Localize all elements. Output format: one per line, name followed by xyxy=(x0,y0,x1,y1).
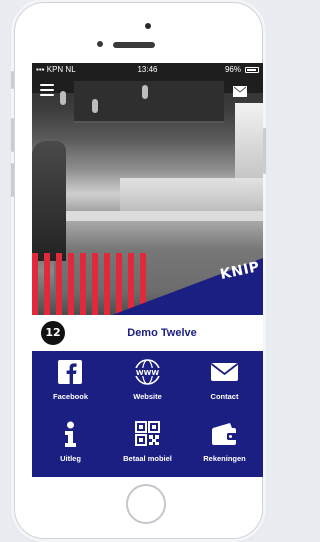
battery-icon xyxy=(245,67,259,73)
envelope-icon xyxy=(210,363,239,381)
earpiece-speaker xyxy=(113,42,155,48)
power-button xyxy=(263,128,266,174)
website-button[interactable]: WWW Website xyxy=(109,351,186,413)
mute-switch xyxy=(11,71,14,89)
wallet-icon xyxy=(212,423,237,445)
battery-percent: 96% xyxy=(224,65,241,74)
contact-label: Contact xyxy=(210,392,239,401)
facebook-label: Facebook xyxy=(52,392,88,401)
website-label: Website xyxy=(133,392,162,401)
uitleg-label: Uitleg xyxy=(60,454,81,463)
hamburger-menu-icon[interactable] xyxy=(40,84,54,96)
volume-up-button xyxy=(11,118,14,152)
company-bar: 12 Demo Twelve xyxy=(32,315,263,351)
contact-button[interactable]: Contact xyxy=(186,351,263,413)
hero-lamp xyxy=(60,91,66,105)
rekeningen-button[interactable]: Rekeningen xyxy=(186,413,263,475)
app-screen: ▪▪▪ KPN NL 13:46 96% KNIP 12 Demo Twelve xyxy=(32,63,263,477)
rekeningen-label: Rekeningen xyxy=(203,454,246,463)
envelope-icon[interactable] xyxy=(233,86,247,97)
hero-person xyxy=(32,141,66,261)
qr-code-icon xyxy=(135,421,160,446)
front-camera xyxy=(145,23,151,29)
hero-lamp xyxy=(142,85,148,99)
status-bar: ▪▪▪ KPN NL 13:46 96% xyxy=(32,63,263,77)
betaal-mobiel-label: Betaal mobiel xyxy=(123,454,172,463)
svg-text:WWW: WWW xyxy=(136,369,159,377)
proximity-sensor xyxy=(97,41,103,47)
facebook-icon xyxy=(58,360,82,384)
info-icon xyxy=(65,421,76,447)
uitleg-button[interactable]: Uitleg xyxy=(32,413,109,475)
company-logo: 12 xyxy=(41,321,65,345)
hero-lamp xyxy=(92,99,98,113)
action-grid: Facebook WWW Website Contact Uitleg Beta… xyxy=(32,351,263,477)
company-name: Demo Twelve xyxy=(127,327,197,339)
volume-down-button xyxy=(11,163,14,197)
betaal-mobiel-button[interactable]: Betaal mobiel xyxy=(109,413,186,475)
home-button[interactable] xyxy=(126,484,166,524)
www-globe-icon: WWW xyxy=(133,359,162,385)
facebook-button[interactable]: Facebook xyxy=(32,351,109,413)
